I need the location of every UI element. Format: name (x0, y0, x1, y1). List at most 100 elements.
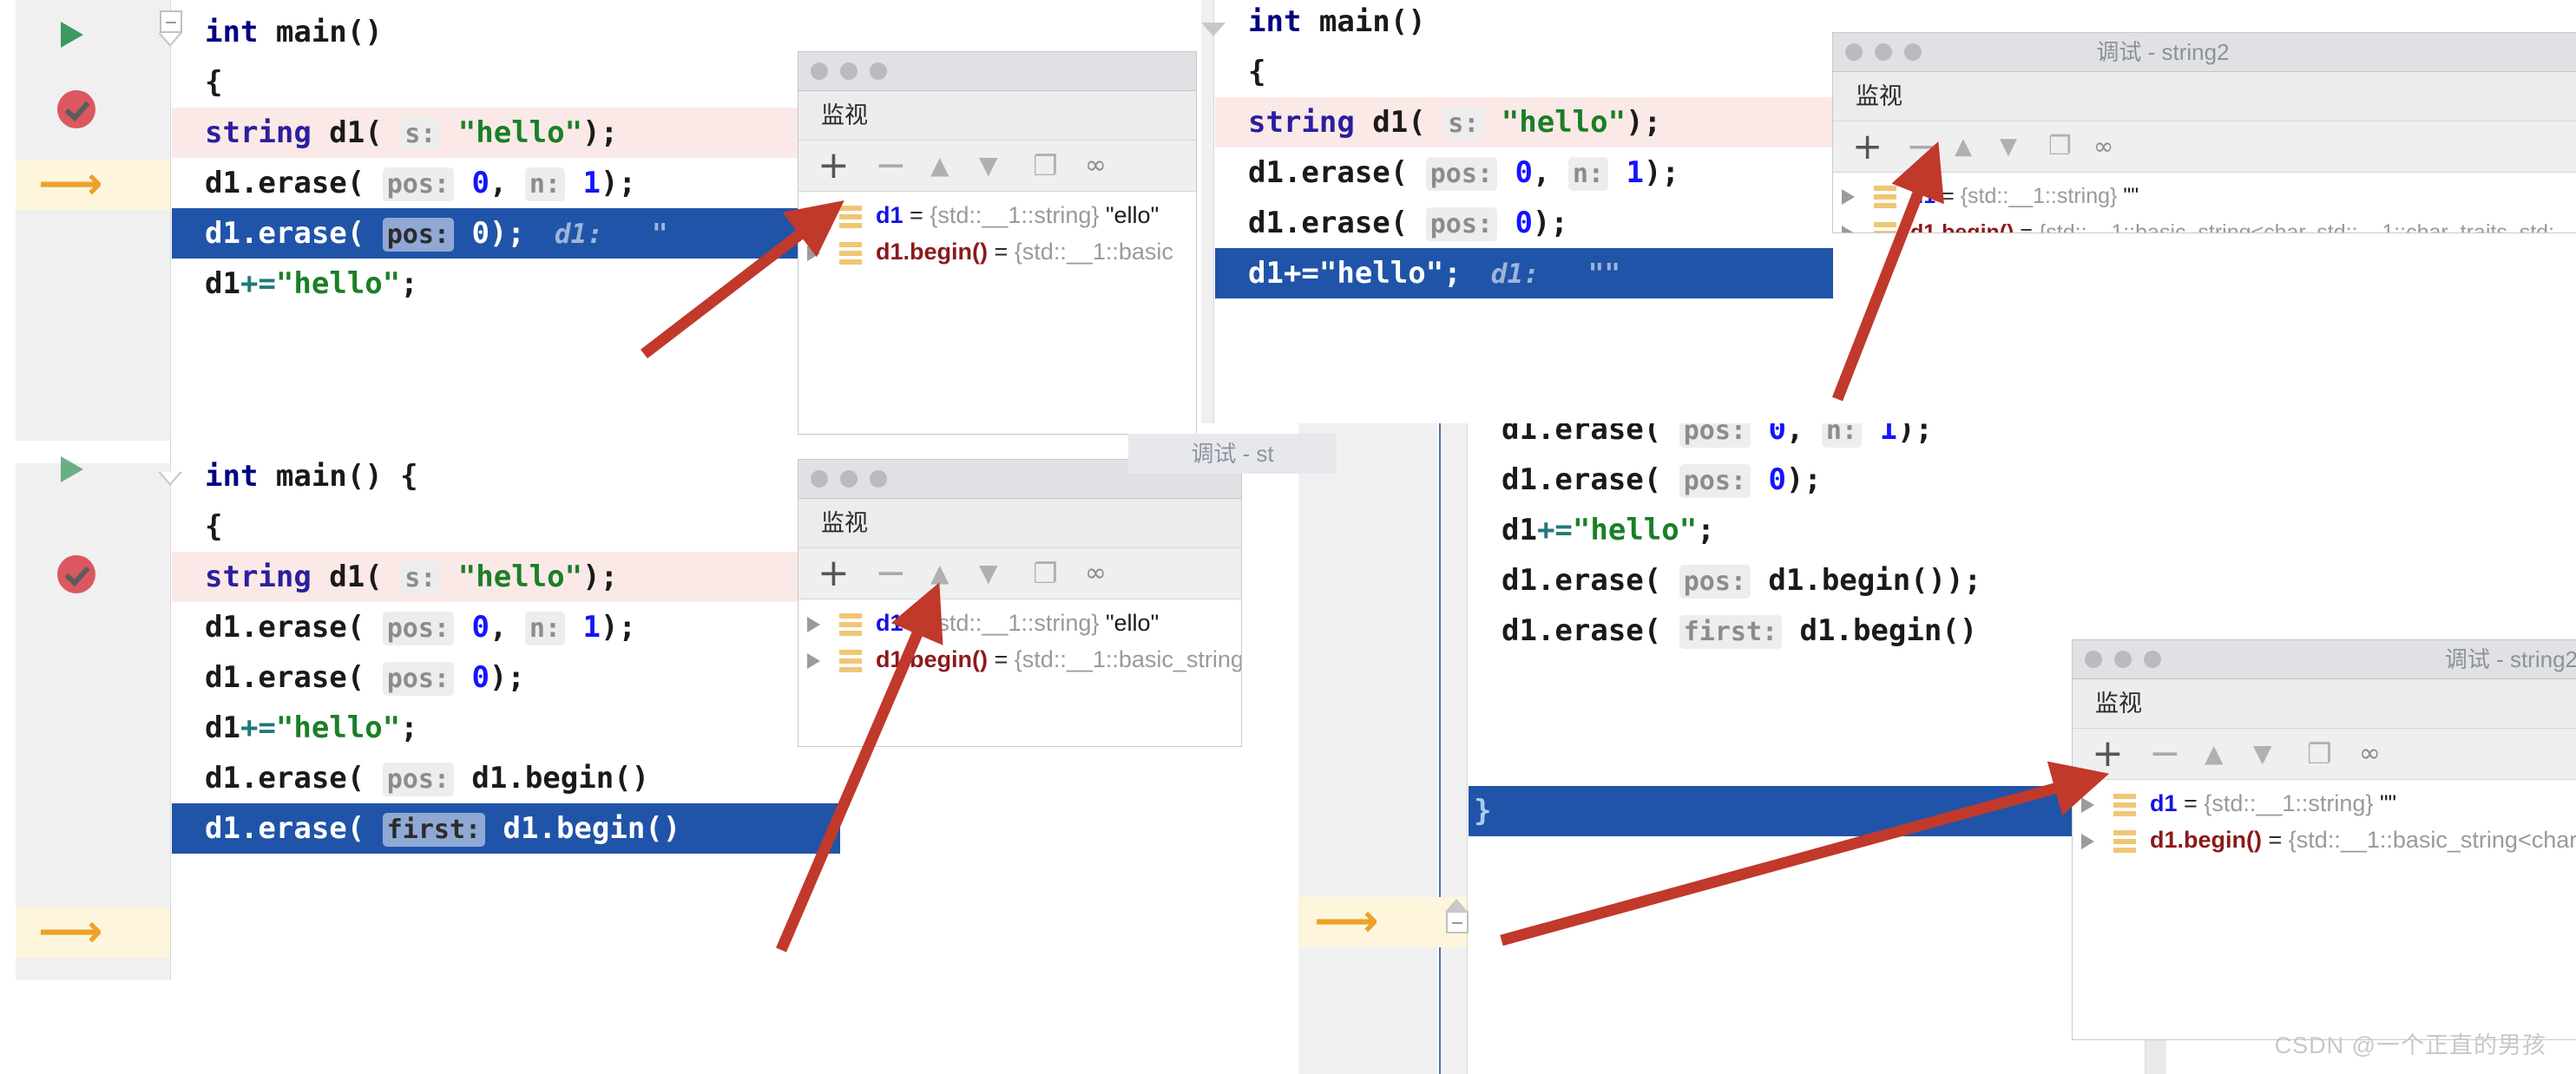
move-down-icon[interactable]: ▼ (2000, 121, 2017, 172)
add-watch-icon[interactable]: + (818, 141, 850, 191)
expand-chevron-icon[interactable] (807, 616, 820, 632)
run-icon[interactable] (61, 22, 83, 48)
watch-window-top-left[interactable]: 监视 + − ▲ ▼ ❐ ∞ d1 = {std::__1::string} "… (798, 52, 1196, 434)
window-titlebar[interactable] (798, 52, 1196, 91)
watch-rows[interactable]: d1 = {std::__1::string} "" d1.begin() = … (1833, 173, 2576, 232)
watch-window-top-right[interactable]: 调试 - string2 监视 + − ▲ ▼ ❐ ∞ d1 = {std::_… (1833, 33, 2576, 232)
move-up-icon[interactable]: ▲ (1955, 121, 1972, 172)
remove-watch-icon[interactable]: − (875, 548, 907, 599)
watch-rows[interactable]: d1 = {std::__1::string} "ello" d1.begin(… (798, 192, 1196, 270)
maximize-button[interactable] (2144, 651, 2161, 668)
code-line[interactable]: d1+="hello"; (1469, 505, 2166, 555)
watch-row[interactable]: d1.begin() = {std::__1::basic_string<c (798, 641, 1241, 678)
code-line-executing[interactable]: d1.erase( first: d1.begin() (172, 803, 840, 854)
window-titlebar[interactable]: 调试 - string2 (2073, 640, 2576, 679)
watch-row[interactable]: d1.begin() = {std::__1::basic_string<cha… (1833, 214, 2576, 232)
close-button[interactable] (811, 470, 828, 488)
glasses-icon[interactable]: ∞ (2359, 729, 2381, 779)
add-watch-icon[interactable]: + (818, 548, 850, 599)
watch-rows[interactable]: d1 = {std::__1::string} "ello" d1.begin(… (798, 599, 1241, 678)
editor-gutter[interactable] (1201, 0, 1213, 423)
expand-chevron-icon[interactable] (807, 652, 820, 669)
code-line[interactable]: { (172, 57, 840, 108)
editor-middle-bottom[interactable]: ⟶ d1.erase( pos: 0, n: 1); d1.erase( pos… (1298, 423, 2166, 1074)
move-down-icon[interactable]: ▼ (979, 141, 998, 191)
move-up-icon[interactable]: ▲ (2205, 729, 2224, 779)
watch-row[interactable]: d1 = {std::__1::string} "ello" (798, 197, 1196, 233)
expand-chevron-icon[interactable] (2081, 833, 2094, 849)
watch-row[interactable]: d1 = {std::__1::string} "" (2073, 785, 2576, 822)
expand-chevron-icon[interactable] (1842, 189, 1855, 206)
editor-gutter[interactable] (16, 463, 170, 980)
code-line[interactable]: d1.erase( pos: 0, n: 1); (1469, 423, 2166, 455)
watch-toolbar[interactable]: + − ▲ ▼ ❐ ∞ (798, 141, 1196, 192)
move-up-icon[interactable]: ▲ (930, 141, 950, 191)
window-titlebar[interactable]: 调试 - string2 (1833, 33, 2576, 72)
code-line[interactable]: int main() (1215, 0, 1833, 47)
watch-toolbar[interactable]: + − ▲ ▼ ❐ ∞ (2073, 729, 2576, 780)
code-line[interactable]: int main() { (172, 451, 840, 501)
code-line[interactable]: d1.erase( first: d1.begin() (1469, 606, 2166, 656)
window-controls[interactable] (2085, 651, 2173, 672)
editor-gutter[interactable] (16, 0, 170, 442)
glasses-icon[interactable]: ∞ (2093, 121, 2113, 172)
glasses-icon[interactable]: ∞ (1085, 548, 1107, 599)
watch-row[interactable]: d1 = {std::__1::string} "" (1833, 178, 2576, 214)
code-line-executing[interactable]: d1+="hello"; d1: "" (1215, 248, 1833, 298)
watch-toolbar[interactable]: + − ▲ ▼ ❐ ∞ (798, 548, 1241, 599)
remove-watch-icon[interactable]: − (875, 141, 907, 191)
add-watch-icon[interactable]: + (1852, 121, 1883, 172)
copy-icon[interactable]: ❐ (1033, 548, 1058, 599)
code-line-executing[interactable]: d1.erase( pos: 0); d1: " (172, 208, 840, 259)
move-up-icon[interactable]: ▲ (930, 548, 950, 599)
move-down-icon[interactable]: ▼ (979, 548, 998, 599)
watch-row[interactable]: d1 = {std::__1::string} "ello" (798, 605, 1241, 641)
editor-gutter-secondary[interactable] (1441, 423, 1467, 1074)
expand-chevron-icon[interactable] (807, 245, 820, 261)
code-line[interactable]: { (1215, 47, 1833, 97)
run-icon[interactable] (61, 456, 83, 482)
expand-chevron-icon[interactable] (1842, 226, 1855, 232)
code-line[interactable]: int main() (172, 7, 840, 57)
breakpoint-icon[interactable] (57, 555, 95, 593)
watch-window-mid-left[interactable]: 监视 + − ▲ ▼ ❐ ∞ d1 = {std::__1::string} "… (798, 460, 1241, 746)
code-line[interactable]: d1.erase( pos: 0, n: 1); (172, 602, 840, 652)
watch-row[interactable]: d1.begin() = {std::__1::basic (798, 233, 1196, 270)
code-area[interactable]: int main() { { string d1( s: "hello"); d… (172, 441, 840, 980)
code-line[interactable]: string d1( s: "hello"); (1215, 97, 1833, 147)
code-area[interactable]: int main() { string d1( s: "hello"); d1.… (172, 0, 840, 442)
code-area[interactable]: int main() { string d1( s: "hello"); d1.… (1215, 0, 1833, 423)
code-line[interactable]: d1.erase( pos: 0); (172, 652, 840, 703)
add-watch-icon[interactable]: + (2092, 729, 2124, 779)
glasses-icon[interactable]: ∞ (1085, 141, 1107, 191)
editor-middle-top[interactable]: int main() { string d1( s: "hello"); d1.… (1201, 0, 1833, 423)
minimize-button[interactable] (840, 470, 858, 488)
code-line[interactable]: d1.erase( pos: 0, n: 1); (1215, 147, 1833, 198)
window-controls[interactable] (811, 470, 899, 492)
remove-watch-icon[interactable]: − (2149, 729, 2181, 779)
code-line[interactable]: d1.erase( pos: 0); (1469, 455, 2166, 505)
code-line-executing[interactable]: } (1469, 786, 2166, 836)
watch-row[interactable]: d1.begin() = {std::__1::basic_string<cha… (2073, 822, 2576, 858)
code-area[interactable]: d1.erase( pos: 0, n: 1); d1.erase( pos: … (1469, 423, 2166, 1074)
move-down-icon[interactable]: ▼ (2253, 729, 2272, 779)
minimize-button[interactable] (2114, 651, 2132, 668)
code-line[interactable]: d1.erase( pos: 0); (1215, 198, 1833, 248)
copy-icon[interactable]: ❐ (1033, 141, 1058, 191)
code-line[interactable]: string d1( s: "hello"); (172, 108, 840, 158)
expand-chevron-icon[interactable] (807, 208, 820, 225)
code-line[interactable]: string d1( s: "hello"); (172, 552, 840, 602)
code-line[interactable]: d1.erase( pos: d1.begin() (172, 753, 840, 803)
code-line[interactable]: d1.erase( pos: 0, n: 1); (172, 158, 840, 208)
editor-bottom-left[interactable]: ⟶ int main() { { string d1( s: "hello");… (16, 441, 840, 980)
watch-tab-label[interactable]: 监视 (798, 91, 1196, 141)
remove-watch-icon[interactable]: − (1906, 121, 1936, 172)
expand-chevron-icon[interactable] (2081, 796, 2094, 813)
copy-icon[interactable]: ❐ (2048, 121, 2072, 172)
watch-tab-label[interactable]: 监视 (798, 499, 1241, 548)
watch-tab-label[interactable]: 监视 (2073, 679, 2576, 729)
editor-gutter[interactable] (1298, 423, 1437, 1074)
code-line[interactable]: d1.erase( pos: d1.begin()); (1469, 555, 2166, 606)
editor-top-left[interactable]: ⟶ int main() { string d1( s: "hello"); d… (16, 0, 840, 442)
maximize-button[interactable] (870, 470, 887, 488)
